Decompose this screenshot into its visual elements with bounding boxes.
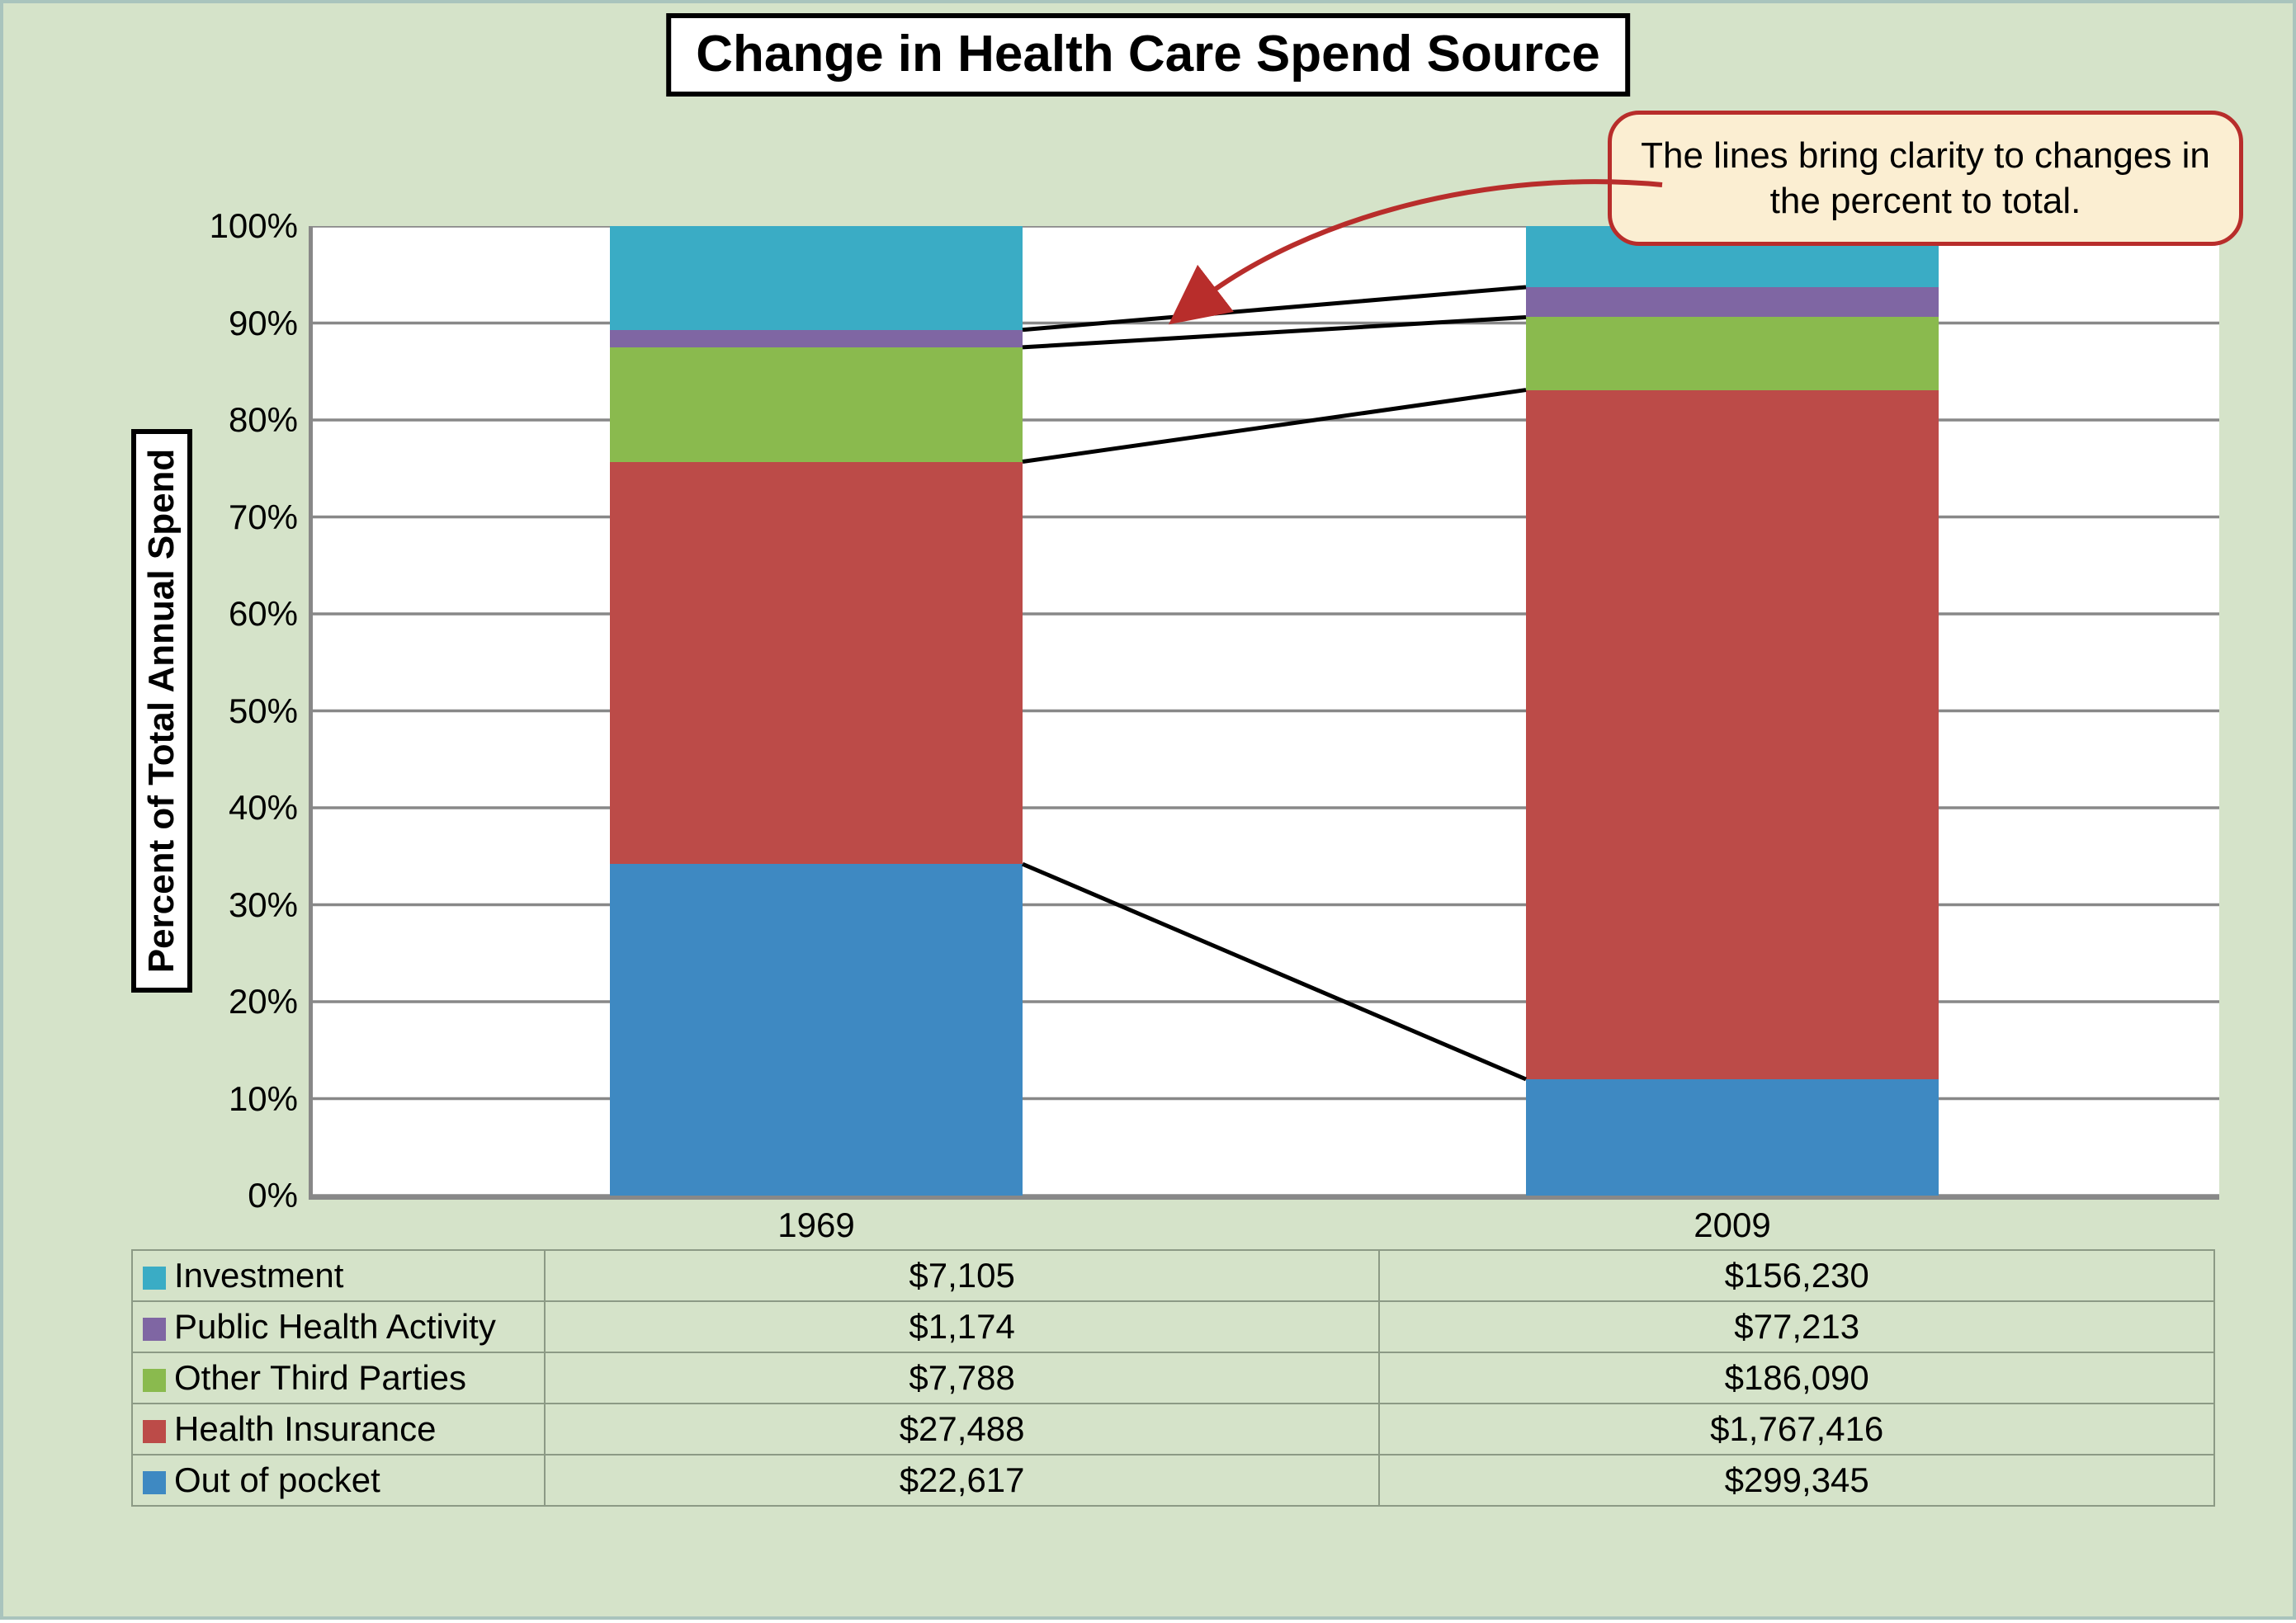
x-category-label: 1969 — [610, 1205, 1023, 1245]
y-axis-title: Percent of Total Annual Spend — [131, 226, 192, 1196]
series-label-cell: Out of pocket — [132, 1455, 545, 1506]
series-label-cell: Investment — [132, 1250, 545, 1301]
series-value-cell: $156,230 — [1379, 1250, 2214, 1301]
series-value-cell: $1,767,416 — [1379, 1404, 2214, 1455]
series-value-cell: $27,488 — [545, 1404, 1380, 1455]
table-row: Health Insurance$27,488$1,767,416 — [132, 1404, 2214, 1455]
data-table: Investment$7,105$156,230Public Health Ac… — [131, 1249, 2215, 1507]
chart-title-text: Change in Health Care Spend Source — [696, 26, 1600, 83]
legend-swatch-icon — [143, 1471, 166, 1494]
series-value-cell: $299,345 — [1379, 1455, 2214, 1506]
y-tick-label: 70% — [229, 498, 298, 537]
series-value-cell: $22,617 — [545, 1455, 1380, 1506]
y-tick-label: 0% — [248, 1176, 298, 1215]
series-value-cell: $7,105 — [545, 1250, 1380, 1301]
table-row: Other Third Parties$7,788$186,090 — [132, 1352, 2214, 1404]
y-tick-label: 40% — [229, 788, 298, 828]
y-tick-label: 60% — [229, 594, 298, 634]
series-label-cell: Other Third Parties — [132, 1352, 545, 1404]
annotation-callout: The lines bring clarity to changes in th… — [1608, 111, 2243, 246]
table-row: Investment$7,105$156,230 — [132, 1250, 2214, 1301]
x-category-label: 2009 — [1526, 1205, 1939, 1245]
y-tick-label: 10% — [229, 1079, 298, 1119]
series-label-cell: Health Insurance — [132, 1404, 545, 1455]
y-tick-label: 100% — [210, 206, 298, 246]
plot-area: 0%10%20%30%40%50%60%70%80%90%100% 196920… — [309, 226, 2219, 1200]
legend-swatch-icon — [143, 1267, 166, 1290]
y-axis-title-text: Percent of Total Annual Spend — [131, 429, 192, 993]
series-value-cell: $7,788 — [545, 1352, 1380, 1404]
y-tick-label: 50% — [229, 691, 298, 731]
series-value-cell: $77,213 — [1379, 1301, 2214, 1352]
annotation-text: The lines bring clarity to changes in th… — [1641, 135, 2210, 221]
y-tick-label: 30% — [229, 885, 298, 925]
y-tick-label: 20% — [229, 982, 298, 1021]
table-row: Out of pocket$22,617$299,345 — [132, 1455, 2214, 1506]
connector-lines — [313, 226, 2219, 1196]
chart-title: Change in Health Care Spend Source — [666, 13, 1630, 97]
legend-swatch-icon — [143, 1420, 166, 1443]
series-value-cell: $186,090 — [1379, 1352, 2214, 1404]
table-row: Public Health Activity$1,174$77,213 — [132, 1301, 2214, 1352]
series-label-cell: Public Health Activity — [132, 1301, 545, 1352]
series-value-cell: $1,174 — [545, 1301, 1380, 1352]
legend-swatch-icon — [143, 1369, 166, 1392]
y-tick-label: 80% — [229, 400, 298, 440]
legend-swatch-icon — [143, 1318, 166, 1341]
y-tick-label: 90% — [229, 304, 298, 343]
chart-frame: Change in Health Care Spend Source Perce… — [0, 0, 2296, 1620]
